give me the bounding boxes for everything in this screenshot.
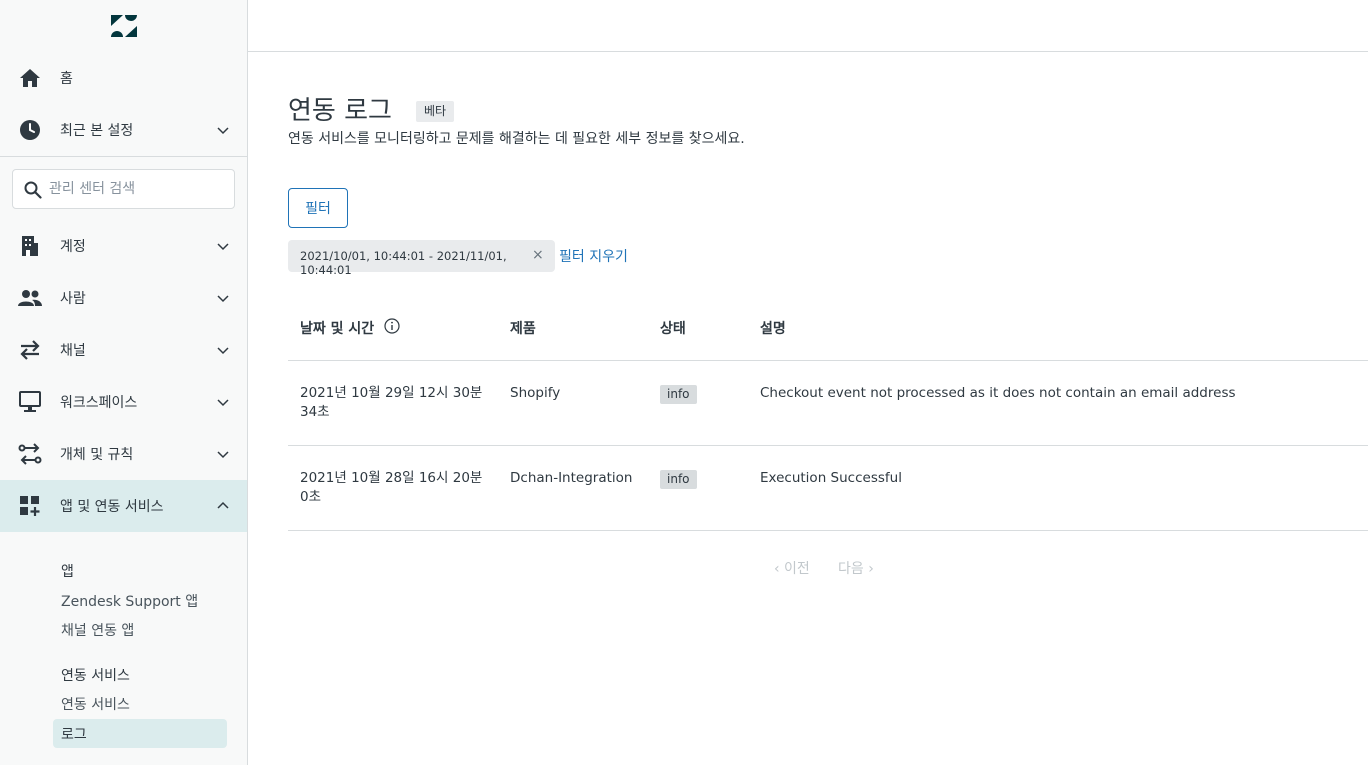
status-badge: info [660, 470, 697, 489]
nav-label: 사람 [60, 291, 86, 307]
sub-section-apps-heading: 앱 [61, 564, 74, 580]
cell-product: Dchan-Integration [510, 470, 633, 486]
column-header-description[interactable]: 설명 [760, 318, 786, 338]
chevron-down-icon [217, 451, 229, 459]
cell-product: Shopify [510, 385, 561, 401]
chevron-down-icon [217, 295, 229, 303]
chevron-up-icon [217, 501, 229, 509]
sidebar: 홈 최근 본 설정 계정 사람 채널 [0, 0, 248, 765]
nav-item-recent-settings[interactable]: 최근 본 설정 [0, 104, 247, 156]
nav-item-home[interactable]: 홈 [0, 52, 247, 104]
filter-tag-label: 2021/10/01, 10:44:01 - 2021/11/01, 10:44… [300, 249, 507, 277]
nav-label: 홈 [60, 71, 73, 87]
monitor-icon [18, 390, 42, 414]
nav-label: 워크스페이스 [60, 395, 138, 411]
cell-description: Execution Successful [760, 470, 902, 486]
apps-plus-icon [18, 494, 42, 518]
table-header-divider [288, 360, 1368, 361]
close-icon[interactable]: × [532, 247, 544, 263]
cell-datetime: 2021년 10월 29일 12시 30분 [300, 385, 483, 401]
pager-prev-button[interactable]: ‹ 이전 [774, 558, 810, 578]
nav-label: 개체 및 규칙 [60, 447, 134, 463]
search-icon [24, 181, 42, 199]
status-badge: info [660, 385, 697, 404]
cell-datetime-cont: 0초 [300, 489, 322, 505]
arrows-swap-icon [18, 338, 42, 362]
clock-icon [18, 118, 42, 142]
table-row-divider [288, 530, 1368, 531]
info-icon[interactable] [384, 318, 400, 334]
top-bar [248, 0, 1368, 52]
sub-item-channel-apps[interactable]: 채널 연동 앱 [61, 620, 134, 640]
sub-item-logs[interactable]: 로그 [53, 719, 227, 748]
chevron-down-icon [217, 243, 229, 251]
column-header-datetime[interactable]: 날짜 및 시간 [300, 318, 374, 338]
search-input[interactable] [49, 178, 229, 200]
cell-datetime-cont: 34초 [300, 404, 330, 420]
pager-next-button[interactable]: 다음 › [838, 558, 874, 578]
filter-tag-date-range: 2021/10/01, 10:44:01 - 2021/11/01, 10:44… [288, 240, 555, 277]
sidebar-divider [0, 156, 247, 157]
cell-description: Checkout event not processed as it does … [760, 385, 1236, 401]
chevron-down-icon [217, 127, 229, 135]
sub-section-integrations-heading: 연동 서비스 [61, 668, 130, 684]
page-title: 연동 로그 [288, 96, 392, 126]
sub-item-zendesk-support-apps[interactable]: Zendesk Support 앱 [61, 591, 198, 611]
nav-item-channels[interactable]: 채널 [0, 324, 247, 376]
nav-item-apps-integrations[interactable]: 앱 및 연동 서비스 [0, 480, 247, 532]
nav-item-workspaces[interactable]: 워크스페이스 [0, 376, 247, 428]
column-header-status[interactable]: 상태 [660, 318, 686, 338]
nav-item-objects-rules[interactable]: 개체 및 규칙 [0, 428, 247, 480]
filter-button[interactable]: 필터 [288, 188, 348, 228]
home-icon [18, 66, 42, 90]
zendesk-logo-icon[interactable] [110, 14, 138, 38]
table-row-divider [288, 445, 1368, 446]
nav-label: 최근 본 설정 [60, 123, 134, 139]
nav-item-account[interactable]: 계정 [0, 220, 247, 272]
cell-datetime: 2021년 10월 28일 16시 20분 [300, 470, 483, 486]
chevron-down-icon [217, 347, 229, 355]
column-header-product[interactable]: 제품 [510, 318, 536, 338]
people-icon [18, 286, 42, 310]
nav-label: 앱 및 연동 서비스 [60, 499, 164, 515]
sub-item-logs-label: 로그 [61, 727, 87, 743]
sub-item-integrations[interactable]: 연동 서비스 [61, 694, 130, 714]
building-icon [18, 234, 42, 258]
clear-filters-link[interactable]: 필터 지우기 [559, 246, 628, 266]
beta-badge: 베타 [416, 101, 455, 122]
nav-label: 계정 [60, 239, 86, 255]
flow-icon [18, 442, 42, 466]
page-description: 연동 서비스를 모니터링하고 문제를 해결하는 데 필요한 세부 정보를 찾으세… [288, 131, 745, 147]
admin-search[interactable] [12, 169, 235, 209]
nav-item-people[interactable]: 사람 [0, 272, 247, 324]
nav-label: 채널 [60, 343, 86, 359]
chevron-down-icon [217, 399, 229, 407]
